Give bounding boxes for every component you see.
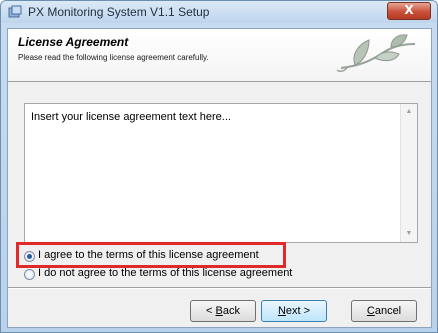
annotation-highlight-box [16,242,286,268]
leaf-vine-icon [336,34,416,73]
footer-separator [8,287,431,289]
disagree-radio-button[interactable] [24,269,35,280]
next-button[interactable]: Next > [261,300,327,322]
back-accel: B [215,305,223,317]
close-button[interactable]: X [387,2,431,20]
title-bar[interactable]: PX Monitoring System V1.1 Setup X [1,1,437,23]
license-text-box[interactable]: Insert your license agreement text here.… [24,103,418,243]
installer-app-icon [8,5,22,18]
license-scrollbar[interactable]: ▲ ▼ [400,104,417,242]
back-button[interactable]: < Back [190,300,256,322]
next-accel: N [277,305,286,317]
page-subtitle: Please read the following license agreem… [18,53,209,62]
scroll-up-arrow-icon[interactable]: ▲ [401,104,417,120]
license-text: Insert your license agreement text here.… [31,111,231,123]
page-title: License Agreement [18,35,129,49]
cancel-accel: C [366,305,375,317]
wizard-header: License Agreement Please read the follow… [8,29,431,82]
close-icon: X [404,3,414,17]
back-prefix: < [206,305,216,317]
cancel-button[interactable]: Cancel [351,300,417,322]
disagree-radio-label[interactable]: I do not agree to the terms of this lice… [38,267,292,279]
window-title: PX Monitoring System V1.1 Setup [28,5,210,19]
next-rest: ext > [285,305,311,317]
scroll-down-arrow-icon[interactable]: ▼ [401,226,417,242]
back-rest: ack [222,305,240,317]
setup-window: PX Monitoring System V1.1 Setup X Licens… [0,0,438,333]
wizard-content: License Agreement Please read the follow… [7,28,432,328]
cancel-rest: ancel [374,305,402,317]
